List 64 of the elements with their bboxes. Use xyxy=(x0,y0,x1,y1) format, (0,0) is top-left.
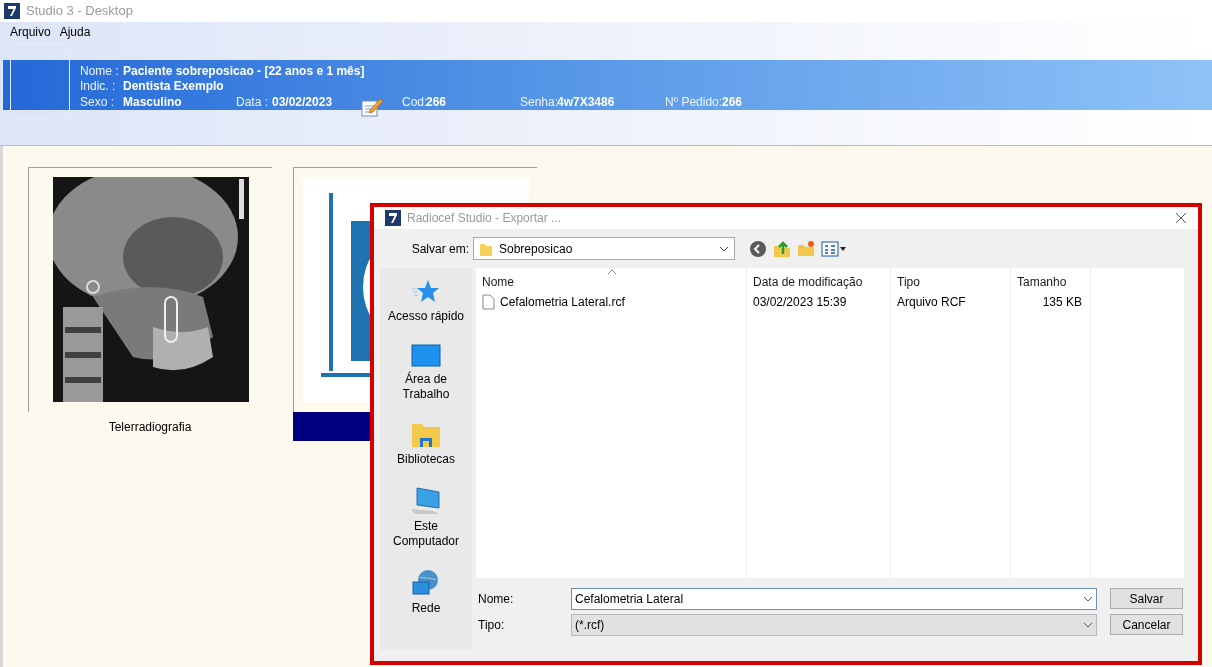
field-value: 4w7X3486 xyxy=(557,93,616,111)
new-folder-icon[interactable] xyxy=(797,239,815,258)
file-type-dropdown[interactable]: (*.rcf) xyxy=(571,613,1097,636)
back-icon[interactable] xyxy=(749,239,767,258)
chevron-down-icon xyxy=(1083,595,1093,602)
dialog-button[interactable]: Cancelar xyxy=(1110,614,1183,635)
place-item[interactable]: Bibliotecas xyxy=(381,422,471,467)
up-folder-icon[interactable] xyxy=(773,239,791,258)
field-value: Dentista Exemplo xyxy=(123,78,224,96)
column-header[interactable]: Tipo xyxy=(897,273,920,291)
place-item[interactable]: Área de Trabalho xyxy=(381,344,471,402)
column-header[interactable]: Tamanho xyxy=(1017,273,1067,291)
field-label: Senha: xyxy=(520,93,557,111)
app-logo-icon xyxy=(385,210,401,226)
field-label: Sexo : xyxy=(80,93,116,111)
place-label: Bibliotecas xyxy=(396,452,456,467)
field-label: Nº Pedido: xyxy=(665,93,722,111)
dialog-title: Radiocef Studio - Exportar ... xyxy=(407,210,563,227)
table-cell-text: 135 KB xyxy=(1042,294,1082,311)
close-icon[interactable] xyxy=(1174,211,1188,225)
file-icon xyxy=(482,294,495,310)
field-value: 03/02/2023 xyxy=(272,93,334,111)
field-value: Paciente sobreposicao - [22 anos e 1 mês] xyxy=(123,62,365,80)
place-item[interactable]: Acesso rápido xyxy=(381,279,471,324)
place-label: Rede xyxy=(410,601,442,616)
field-label: Salvar em: xyxy=(410,240,470,258)
folder-icon xyxy=(411,422,441,448)
window-title: Studio 3 - Desktop xyxy=(26,2,133,21)
view-menu-icon[interactable] xyxy=(821,240,847,257)
field-value: 266 xyxy=(426,93,448,111)
field-value: Cefalometria Lateral xyxy=(575,590,685,608)
monitor-icon xyxy=(411,344,441,368)
place-item[interactable]: Este Computador xyxy=(381,487,471,549)
dropdown-value: Sobreposicao xyxy=(499,240,574,258)
network-globe-icon xyxy=(411,569,441,597)
field-label: Tipo: xyxy=(477,616,506,634)
field-value: (*.rcf) xyxy=(575,616,606,634)
field-value: Masculino xyxy=(123,93,183,111)
thumbnail-caption: Telerradiografia xyxy=(108,418,192,436)
table-cell-text: Arquivo RCF xyxy=(897,294,966,311)
field-label: Nome: xyxy=(477,590,515,608)
place-item[interactable]: Rede xyxy=(381,569,471,616)
menu-item[interactable]: Ajuda xyxy=(59,23,91,41)
dialog-button[interactable]: Salvar xyxy=(1110,588,1183,609)
table-cell-text: 03/02/2023 15:39 xyxy=(753,294,847,311)
chevron-down-icon xyxy=(1083,621,1093,628)
field-label: Indic. : xyxy=(80,78,117,96)
chevron-down-icon xyxy=(719,245,729,252)
column-header[interactable]: Nome xyxy=(482,273,514,291)
column-header[interactable]: Data de modificação xyxy=(753,273,863,291)
field-value: 266 xyxy=(722,93,744,111)
field-label: Data : xyxy=(236,93,269,111)
menu-item[interactable]: Arquivo xyxy=(10,23,51,41)
place-label: Acesso rápido xyxy=(386,309,465,324)
file-name[interactable]: Cefalometria Lateral.rcf xyxy=(500,293,625,311)
field-label: Cod: xyxy=(402,93,426,111)
field-label: Nome : xyxy=(80,62,120,80)
app-logo-icon xyxy=(4,3,20,19)
star-icon xyxy=(411,279,441,305)
save-location-dropdown[interactable]: Sobreposicao xyxy=(473,237,735,260)
place-label: Este Computador xyxy=(391,519,460,549)
computer-icon xyxy=(409,487,443,515)
place-label: Área de Trabalho xyxy=(401,372,451,402)
file-name-input[interactable]: Cefalometria Lateral xyxy=(571,587,1097,610)
